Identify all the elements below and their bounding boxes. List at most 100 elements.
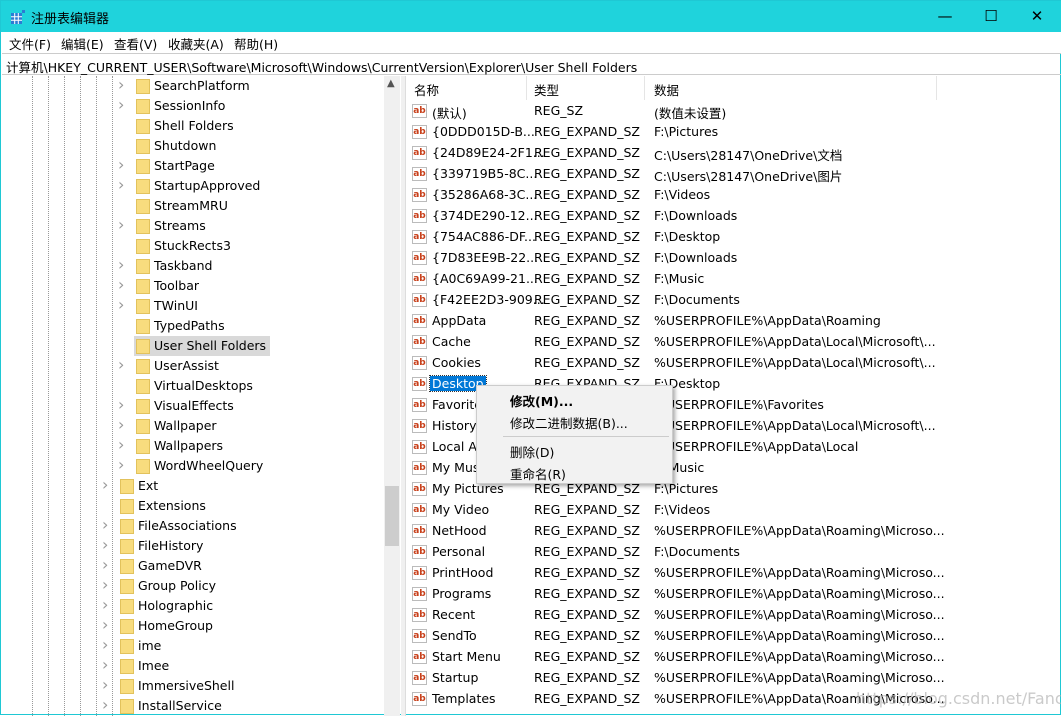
menu-item-delete[interactable]: 删除(D) [510,442,554,461]
tree-item[interactable]: › WordWheelQuery [118,455,284,476]
value-row[interactable]: ab Personal REG_EXPAND_SZ F:\Documents [406,542,1061,563]
expand-chevron-icon[interactable]: › [118,395,124,414]
expand-chevron-icon[interactable]: › [102,515,108,534]
expand-chevron-icon[interactable]: › [118,175,124,194]
expand-chevron-icon[interactable]: › [102,555,108,574]
value-row[interactable]: ab Recent REG_EXPAND_SZ %USERPROFILE%\AppDa… [406,605,1061,626]
tree-item[interactable]: › FileAssociations [102,515,268,536]
tree-item[interactable]: › ime [102,635,268,656]
expand-chevron-icon[interactable]: › [118,415,124,434]
tree-item[interactable]: › InstallService [102,695,268,716]
minimize-button[interactable]: — [922,1,968,32]
tree-item[interactable]: › SessionInfo [118,95,284,116]
menu-file[interactable]: 文件(F) [9,34,51,53]
tree-item[interactable]: VirtualDesktops [124,376,284,396]
maximize-button[interactable]: ☐ [968,1,1014,32]
menu-edit[interactable]: 编辑(E) [61,34,104,53]
expand-chevron-icon[interactable]: › [118,155,124,174]
tree-item[interactable]: › UserAssist [118,355,284,376]
tree-item[interactable]: › Ext [102,475,268,496]
value-row[interactable]: ab My Video REG_EXPAND_SZ F:\Videos [406,500,1061,521]
tree-item[interactable]: › Toolbar [118,275,284,296]
value-row[interactable]: ab (默认) REG_SZ (数值未设置) [406,101,1061,122]
value-row[interactable]: ab {35286A68-3C... REG_EXPAND_SZ F:\Videos [406,185,1061,206]
tree-item[interactable]: › VisualEffects [118,395,284,416]
tree-scrollbar[interactable]: ▲ [384,76,400,716]
value-row[interactable]: ab {24D89E24-2F1... REG_EXPAND_SZ C:\Users\… [406,143,1061,164]
tree-item[interactable]: › Wallpaper [118,415,284,436]
value-row[interactable]: ab {F42EE2D3-909... REG_EXPAND_SZ F:\Docume… [406,290,1061,311]
tree-item[interactable]: Extensions [108,496,268,516]
expand-chevron-icon[interactable]: › [118,76,124,94]
value-row[interactable]: ab AppData REG_EXPAND_SZ %USERPROFILE%\AppD… [406,311,1061,332]
scroll-up-icon[interactable]: ▲ [387,78,395,89]
value-row[interactable]: ab {7D83EE9B-22... REG_EXPAND_SZ F:\Downloa… [406,248,1061,269]
menu-favorites[interactable]: 收藏夹(A) [168,34,224,53]
expand-chevron-icon[interactable]: › [102,655,108,674]
expand-chevron-icon[interactable]: › [118,355,124,374]
tree-item[interactable]: › Holographic [102,595,268,616]
value-row[interactable]: ab NetHood REG_EXPAND_SZ %USERPROFILE%\AppD… [406,521,1061,542]
tree-item[interactable]: › FileHistory [102,535,268,556]
scroll-thumb[interactable] [385,486,399,546]
tree-item[interactable]: StuckRects3 [124,236,284,256]
column-name[interactable]: 名称 [414,80,439,99]
tree-item[interactable]: StreamMRU [124,196,284,216]
value-row[interactable]: ab {339719B5-8C... REG_EXPAND_SZ C:\Users\2… [406,164,1061,185]
expand-chevron-icon[interactable]: › [118,215,124,234]
tree-item[interactable]: Shell Folders [124,116,284,136]
value-row[interactable]: ab Startup REG_EXPAND_SZ %USERPROFILE%\AppD… [406,668,1061,689]
expand-chevron-icon[interactable]: › [102,695,108,714]
menu-item-rename[interactable]: 重命名(R) [510,464,566,483]
tree-item[interactable]: › TWinUI [118,295,284,316]
menu-item-modify-binary[interactable]: 修改二进制数据(B)... [510,413,628,432]
menu-help[interactable]: 帮助(H) [234,34,278,53]
tree-item-label: Shell Folders [154,118,234,133]
tree-item[interactable]: › Imee [102,655,268,676]
value-row[interactable]: ab {0DDD015D-B... REG_EXPAND_SZ F:\Pictures [406,122,1061,143]
tree-item[interactable]: › SearchPlatform [118,76,284,96]
close-button[interactable]: ✕ [1014,1,1060,32]
expand-chevron-icon[interactable]: › [102,575,108,594]
menu-view[interactable]: 查看(V) [114,34,157,53]
value-row[interactable]: ab {A0C69A99-21... REG_EXPAND_SZ F:\Music [406,269,1061,290]
tree-item[interactable]: › Taskband [118,255,284,276]
expand-chevron-icon[interactable]: › [102,595,108,614]
value-row[interactable]: ab SendTo REG_EXPAND_SZ %USERPROFILE%\AppDa… [406,626,1061,647]
expand-chevron-icon[interactable]: › [102,635,108,654]
tree-item[interactable]: Shutdown [124,136,284,156]
expand-chevron-icon[interactable]: › [102,535,108,554]
tree-item[interactable]: › Group Policy [102,575,268,596]
tree-item[interactable]: › Wallpapers [118,435,284,456]
value-name: My Video [432,502,490,517]
value-row[interactable]: ab {754AC886-DF... REG_EXPAND_SZ F:\Desktop [406,227,1061,248]
expand-chevron-icon[interactable]: › [102,615,108,634]
column-data[interactable]: 数据 [654,80,679,99]
tree-item[interactable]: TypedPaths [124,316,284,336]
expand-chevron-icon[interactable]: › [118,455,124,474]
expand-chevron-icon[interactable]: › [102,475,108,494]
expand-chevron-icon[interactable]: › [118,275,124,294]
value-row[interactable]: ab Cookies REG_EXPAND_SZ %USERPROFILE%\AppD… [406,353,1061,374]
tree-item[interactable]: › HomeGroup [102,615,268,636]
tree-item[interactable]: › Streams [118,215,284,236]
tree-item[interactable]: › GameDVR [102,555,268,576]
menu-item-modify[interactable]: 修改(M)... [510,391,573,410]
expand-chevron-icon[interactable]: › [118,95,124,114]
tree-item[interactable]: › ImmersiveShell [102,675,268,696]
value-row[interactable]: ab PrintHood REG_EXPAND_SZ %USERPROFILE%\Ap… [406,563,1061,584]
value-row[interactable]: ab Cache REG_EXPAND_SZ %USERPROFILE%\AppDat… [406,332,1061,353]
value-name: {24D89E24-2F1... [432,145,545,160]
value-row[interactable]: ab Start Menu REG_EXPAND_SZ %USERPROFILE%\A… [406,647,1061,668]
tree-item[interactable]: › StartPage [118,155,284,176]
tree-item[interactable]: User Shell Folders [124,336,284,356]
value-row[interactable]: ab {374DE290-12... REG_EXPAND_SZ F:\Downloa… [406,206,1061,227]
value-row[interactable]: ab Programs REG_EXPAND_SZ %USERPROFILE%\App… [406,584,1061,605]
address-bar[interactable]: 计算机\HKEY_CURRENT_USER\Software\Microsoft… [2,53,1061,75]
expand-chevron-icon[interactable]: › [118,435,124,454]
expand-chevron-icon[interactable]: › [118,295,124,314]
expand-chevron-icon[interactable]: › [102,675,108,694]
column-type[interactable]: 类型 [534,80,559,99]
tree-item[interactable]: › StartupApproved [118,175,284,196]
expand-chevron-icon[interactable]: › [118,255,124,274]
